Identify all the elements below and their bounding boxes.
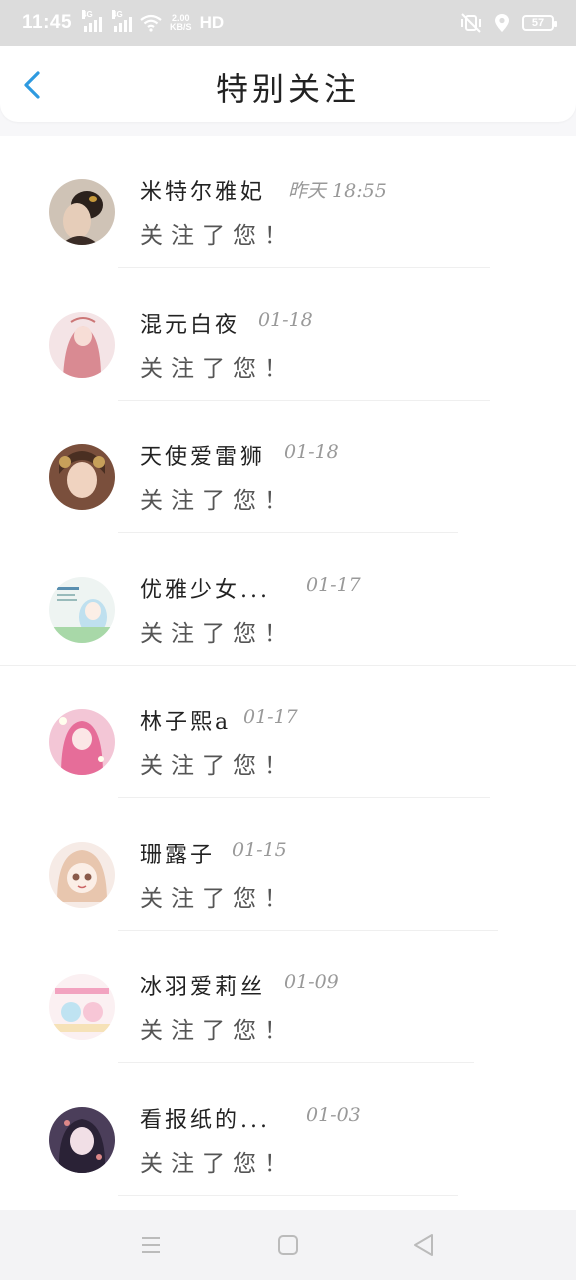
user-name: 珊露子 xyxy=(140,842,216,868)
back-triangle-icon[interactable] xyxy=(411,1232,437,1258)
avatar xyxy=(49,444,115,510)
network-type-label: 4G xyxy=(112,10,123,19)
follow-message: 关注了您！ xyxy=(140,885,295,912)
follow-time: 01-09 xyxy=(284,971,339,993)
user-name: 冰羽爱莉丝 xyxy=(140,975,266,1000)
list-item[interactable]: 米特尔雅妃 昨天 18:55 关注了您！ xyxy=(0,136,576,269)
special-follow-list: 米特尔雅妃 昨天 18:55 关注了您！ 混元白夜 01-18 关注了您！ 天使… xyxy=(0,136,576,1210)
page-title: 特别关注 xyxy=(215,70,360,108)
network-speed-unit: KB/S xyxy=(170,22,192,32)
status-bar: 11:45 4G 4G 2.00 KB/S HD 57 xyxy=(0,0,576,46)
avatar xyxy=(49,841,115,908)
menu-icon[interactable] xyxy=(138,1232,164,1258)
avatar xyxy=(49,311,115,378)
follow-time: 01-03 xyxy=(306,1103,361,1126)
list-item[interactable]: 优雅少女... 01-17 关注了您！ xyxy=(0,534,576,667)
avatar xyxy=(49,576,115,643)
follow-message: 关注了您！ xyxy=(140,620,295,647)
signal-icon: 4G xyxy=(112,10,133,32)
avatar xyxy=(49,1106,115,1173)
follow-time: 01-17 xyxy=(243,706,298,728)
home-square-icon[interactable] xyxy=(275,1232,301,1258)
user-name: 米特尔雅妃 xyxy=(140,180,266,205)
follow-time: 01-18 xyxy=(258,308,313,331)
list-item[interactable]: 冰羽爱莉丝 01-09 关注了您！ xyxy=(0,931,576,1064)
follow-message: 关注了您！ xyxy=(140,1150,295,1177)
user-name: 看报纸的... xyxy=(140,1107,270,1133)
signal-icon: 4G xyxy=(82,10,103,32)
network-type-label: 4G xyxy=(82,10,93,19)
avatar xyxy=(49,974,115,1040)
list-item[interactable]: 天使爱雷狮 01-18 关注了您！ xyxy=(0,401,576,534)
follow-message: 关注了您！ xyxy=(140,753,295,779)
battery-icon: 57 xyxy=(522,15,557,31)
list-item[interactable]: 看报纸的... 01-03 关注了您！ xyxy=(0,1064,576,1197)
user-name: 林子熙a xyxy=(140,710,232,735)
list-item[interactable]: 林子熙a 01-17 关注了您！ xyxy=(0,666,576,799)
hd-indicator: HD xyxy=(199,13,225,32)
user-name: 天使爱雷狮 xyxy=(140,445,266,470)
navigation-bar xyxy=(0,1210,576,1280)
status-left: 11:45 4G 4G 2.00 KB/S HD xyxy=(22,10,225,34)
follow-time: 昨天 18:55 xyxy=(288,180,387,202)
divider xyxy=(118,1194,458,1196)
follow-message: 关注了您！ xyxy=(140,1018,295,1044)
follow-time: 01-15 xyxy=(232,838,287,861)
status-right: 57 xyxy=(460,13,557,33)
screen: 11:45 4G 4G 2.00 KB/S HD 57 特别关注 米特尔雅妃 昨… xyxy=(0,0,576,1280)
follow-time: 01-18 xyxy=(284,441,339,463)
network-speed: 2.00 KB/S xyxy=(170,14,192,32)
list-item[interactable]: 混元白夜 01-18 关注了您！ xyxy=(0,269,576,402)
header: 特别关注 xyxy=(0,46,576,122)
follow-message: 关注了您！ xyxy=(140,488,295,514)
status-time: 11:45 xyxy=(22,12,73,33)
list-item[interactable]: 珊露子 01-15 关注了您！ xyxy=(0,799,576,932)
location-icon xyxy=(495,14,509,32)
battery-level: 57 xyxy=(531,17,545,29)
avatar xyxy=(49,709,115,775)
mute-vibrate-icon xyxy=(461,13,481,33)
user-name: 优雅少女... xyxy=(140,577,270,603)
avatar xyxy=(49,179,115,245)
wifi-icon xyxy=(140,14,162,32)
follow-message: 关注了您！ xyxy=(140,355,295,382)
follow-time: 01-17 xyxy=(306,573,361,596)
user-name: 混元白夜 xyxy=(140,312,241,338)
follow-message: 关注了您！ xyxy=(140,223,295,249)
